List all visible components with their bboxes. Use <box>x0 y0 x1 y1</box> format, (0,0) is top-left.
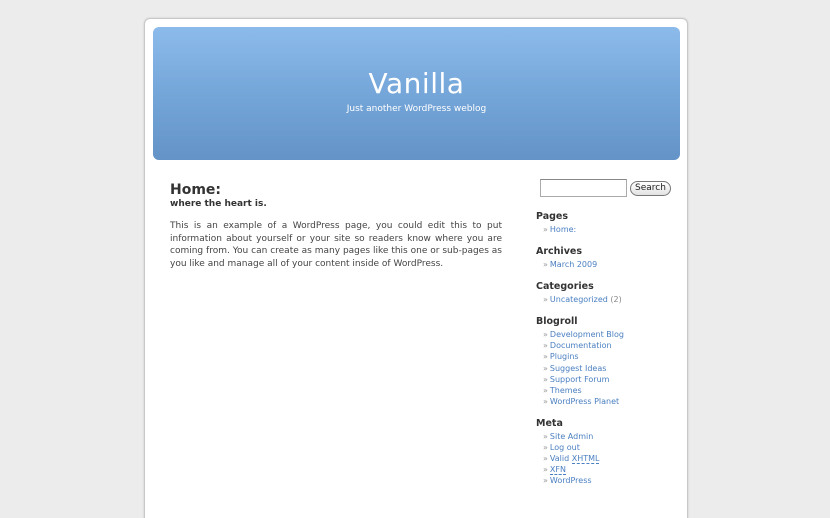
archives-widget: Archives » March 2009 <box>536 245 686 270</box>
categories-heading: Categories <box>536 281 594 293</box>
list-item: » Documentation <box>543 340 686 351</box>
list-item: » WordPress Planet <box>543 396 686 407</box>
valid-xhtml-prefix: Valid <box>549 454 572 464</box>
meta-widget: Meta » Site Admin » Log out » Valid XHTML »… <box>536 417 686 486</box>
meta-heading: Meta <box>536 417 563 429</box>
site-title-link[interactable]: Vanilla <box>153 67 680 100</box>
sidebar: Search Pages » Home: Archives » March 2009… <box>536 179 686 486</box>
wordpress-link[interactable]: WordPress <box>550 476 592 485</box>
bullet-icon: » <box>543 225 548 234</box>
bullet-icon: » <box>543 476 548 486</box>
site-admin-link[interactable]: Site Admin <box>550 432 593 441</box>
blogroll-widget: Blogroll » Development Blog » Documentatio… <box>536 315 686 407</box>
bullet-icon: » <box>543 443 548 453</box>
pages-heading: Pages <box>536 211 569 222</box>
bullet-icon: » <box>543 260 548 270</box>
list-item: » Suggest Ideas <box>543 363 686 374</box>
list-item: » XFN <box>543 464 686 476</box>
page-title: Home: <box>170 182 222 198</box>
page-subtitle: where the heart is. <box>170 199 267 209</box>
list-item: » Uncategorized (2) <box>543 294 686 305</box>
bullet-icon: » <box>543 396 548 406</box>
bullet-icon: » <box>543 431 548 441</box>
xfn-link[interactable]: XFN <box>549 465 566 476</box>
page-link-home[interactable]: Home: <box>550 225 576 234</box>
bullet-icon: » <box>543 363 548 373</box>
blogroll-link[interactable]: WordPress Planet <box>550 397 619 406</box>
main-content: Home: where the heart is. This is an exa… <box>170 182 502 270</box>
blogroll-heading: Blogroll <box>536 316 578 328</box>
site-header: Vanilla Just another WordPress weblog <box>153 27 680 160</box>
page-body: This is an example of a WordPress page, … <box>170 221 502 269</box>
bullet-icon: » <box>543 352 548 362</box>
blogroll-link[interactable]: Plugins <box>550 352 579 361</box>
site-description: Just another WordPress weblog <box>346 104 487 114</box>
list-item: » Themes <box>543 385 686 396</box>
list-item: » Valid XHTML <box>543 453 686 465</box>
list-item: » Home: <box>543 224 686 235</box>
bullet-icon: » <box>543 385 548 395</box>
archives-heading: Archives <box>536 246 582 258</box>
search-form: Search <box>540 179 686 199</box>
list-item: » Log out <box>543 442 686 453</box>
blogroll-link[interactable]: Themes <box>550 386 582 395</box>
search-input[interactable] <box>540 179 627 197</box>
log-out-link[interactable]: Log out <box>550 443 580 452</box>
blogroll-link[interactable]: Development Blog <box>550 330 624 339</box>
blogroll-link[interactable]: Documentation <box>550 341 612 350</box>
category-link[interactable]: Uncategorized <box>550 295 608 304</box>
archive-link[interactable]: March 2009 <box>550 260 597 269</box>
search-button[interactable]: Search <box>630 181 671 196</box>
list-item: » WordPress <box>543 475 686 486</box>
xhtml-abbr: XHTML <box>571 454 600 465</box>
bullet-icon: » <box>543 341 548 351</box>
bullet-icon: » <box>543 330 548 340</box>
bullet-icon: » <box>543 465 548 475</box>
list-item: » Site Admin <box>543 431 686 442</box>
list-item: » March 2009 <box>543 259 686 270</box>
page-container: Vanilla Just another WordPress weblog Ho… <box>144 18 688 518</box>
list-item: » Development Blog <box>543 329 686 340</box>
blogroll-link[interactable]: Suggest Ideas <box>550 364 607 373</box>
categories-widget: Categories » Uncategorized (2) <box>536 280 686 305</box>
list-item: » Support Forum <box>543 374 686 385</box>
valid-xhtml-link[interactable]: Valid XHTML <box>549 454 600 465</box>
pages-widget: Pages » Home: <box>536 210 686 235</box>
list-item: » Plugins <box>543 351 686 362</box>
bullet-icon: » <box>543 374 548 384</box>
bullet-icon: » <box>543 295 548 305</box>
blogroll-link[interactable]: Support Forum <box>550 375 610 384</box>
category-count: (2) <box>610 295 622 305</box>
bullet-icon: » <box>543 454 548 464</box>
